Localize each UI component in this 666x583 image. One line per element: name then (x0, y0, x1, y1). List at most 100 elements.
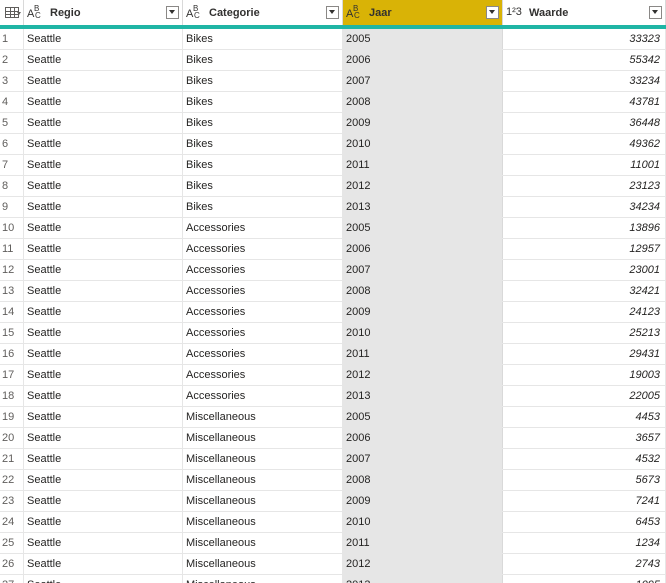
cell-waarde[interactable]: 36448 (503, 113, 666, 133)
table-row[interactable]: 15 Seattle Accessories 2010 25213 (0, 323, 666, 344)
cell-regio[interactable]: Seattle (24, 428, 183, 448)
cell-waarde[interactable]: 32421 (503, 281, 666, 301)
cell-categorie[interactable]: Accessories (183, 365, 343, 385)
cell-waarde[interactable]: 12957 (503, 239, 666, 259)
cell-categorie[interactable]: Bikes (183, 92, 343, 112)
cell-categorie[interactable]: Miscellaneous (183, 428, 343, 448)
cell-categorie[interactable]: Miscellaneous (183, 575, 343, 583)
table-row[interactable]: 22 Seattle Miscellaneous 2008 5673 (0, 470, 666, 491)
table-row[interactable]: 19 Seattle Miscellaneous 2005 4453 (0, 407, 666, 428)
number-type-icon[interactable]: 1²3 (506, 5, 526, 21)
cell-waarde[interactable]: 19003 (503, 365, 666, 385)
cell-waarde[interactable]: 2743 (503, 554, 666, 574)
cell-categorie[interactable]: Bikes (183, 176, 343, 196)
cell-categorie[interactable]: Accessories (183, 260, 343, 280)
cell-jaar[interactable]: 2012 (343, 365, 503, 385)
cell-jaar[interactable]: 2011 (343, 344, 503, 364)
cell-waarde[interactable]: 7241 (503, 491, 666, 511)
filter-dropdown-button[interactable] (326, 6, 339, 19)
cell-regio[interactable]: Seattle (24, 512, 183, 532)
cell-regio[interactable]: Seattle (24, 197, 183, 217)
text-type-icon[interactable]: ABC (186, 4, 206, 21)
cell-waarde[interactable]: 11001 (503, 155, 666, 175)
cell-categorie[interactable]: Accessories (183, 344, 343, 364)
cell-regio[interactable]: Seattle (24, 176, 183, 196)
cell-jaar[interactable]: 2012 (343, 176, 503, 196)
table-row[interactable]: 1 Seattle Bikes 2005 33323 (0, 29, 666, 50)
cell-regio[interactable]: Seattle (24, 302, 183, 322)
cell-regio[interactable]: Seattle (24, 323, 183, 343)
cell-jaar[interactable]: 2005 (343, 218, 503, 238)
cell-waarde[interactable]: 4453 (503, 407, 666, 427)
table-menu-button[interactable] (0, 0, 24, 25)
cell-regio[interactable]: Seattle (24, 281, 183, 301)
cell-jaar[interactable]: 2013 (343, 575, 503, 583)
cell-categorie[interactable]: Bikes (183, 50, 343, 70)
cell-jaar[interactable]: 2011 (343, 155, 503, 175)
cell-categorie[interactable]: Bikes (183, 134, 343, 154)
cell-regio[interactable]: Seattle (24, 575, 183, 583)
cell-jaar[interactable]: 2008 (343, 92, 503, 112)
cell-regio[interactable]: Seattle (24, 491, 183, 511)
cell-categorie[interactable]: Bikes (183, 71, 343, 91)
cell-regio[interactable]: Seattle (24, 470, 183, 490)
table-row[interactable]: 18 Seattle Accessories 2013 22005 (0, 386, 666, 407)
cell-regio[interactable]: Seattle (24, 71, 183, 91)
cell-regio[interactable]: Seattle (24, 113, 183, 133)
cell-regio[interactable]: Seattle (24, 344, 183, 364)
column-header-categorie[interactable]: ABC Categorie (183, 0, 343, 25)
cell-waarde[interactable]: 49362 (503, 134, 666, 154)
column-header-regio[interactable]: ABC Regio (24, 0, 183, 25)
cell-jaar[interactable]: 2010 (343, 512, 503, 532)
cell-waarde[interactable]: 43781 (503, 92, 666, 112)
cell-jaar[interactable]: 2005 (343, 407, 503, 427)
cell-categorie[interactable]: Accessories (183, 302, 343, 322)
cell-waarde[interactable]: 23123 (503, 176, 666, 196)
cell-categorie[interactable]: Miscellaneous (183, 470, 343, 490)
table-row[interactable]: 10 Seattle Accessories 2005 13896 (0, 218, 666, 239)
table-row[interactable]: 21 Seattle Miscellaneous 2007 4532 (0, 449, 666, 470)
cell-regio[interactable]: Seattle (24, 554, 183, 574)
cell-categorie[interactable]: Miscellaneous (183, 512, 343, 532)
cell-categorie[interactable]: Miscellaneous (183, 533, 343, 553)
cell-jaar[interactable]: 2009 (343, 302, 503, 322)
cell-jaar[interactable]: 2007 (343, 71, 503, 91)
table-row[interactable]: 2 Seattle Bikes 2006 55342 (0, 50, 666, 71)
table-row[interactable]: 3 Seattle Bikes 2007 33234 (0, 71, 666, 92)
cell-waarde[interactable]: 34234 (503, 197, 666, 217)
cell-waarde[interactable]: 29431 (503, 344, 666, 364)
cell-categorie[interactable]: Miscellaneous (183, 491, 343, 511)
cell-categorie[interactable]: Miscellaneous (183, 554, 343, 574)
table-row[interactable]: 20 Seattle Miscellaneous 2006 3657 (0, 428, 666, 449)
cell-waarde[interactable]: 23001 (503, 260, 666, 280)
cell-waarde[interactable]: 1234 (503, 533, 666, 553)
table-row[interactable]: 26 Seattle Miscellaneous 2012 2743 (0, 554, 666, 575)
cell-jaar[interactable]: 2009 (343, 113, 503, 133)
table-row[interactable]: 14 Seattle Accessories 2009 24123 (0, 302, 666, 323)
cell-regio[interactable]: Seattle (24, 407, 183, 427)
cell-regio[interactable]: Seattle (24, 533, 183, 553)
cell-regio[interactable]: Seattle (24, 218, 183, 238)
cell-categorie[interactable]: Miscellaneous (183, 449, 343, 469)
table-row[interactable]: 25 Seattle Miscellaneous 2011 1234 (0, 533, 666, 554)
table-row[interactable]: 11 Seattle Accessories 2006 12957 (0, 239, 666, 260)
cell-regio[interactable]: Seattle (24, 386, 183, 406)
filter-dropdown-button[interactable] (649, 6, 662, 19)
table-row[interactable]: 8 Seattle Bikes 2012 23123 (0, 176, 666, 197)
table-row[interactable]: 6 Seattle Bikes 2010 49362 (0, 134, 666, 155)
cell-waarde[interactable]: 1095 (503, 575, 666, 583)
cell-jaar[interactable]: 2013 (343, 386, 503, 406)
cell-regio[interactable]: Seattle (24, 50, 183, 70)
cell-jaar[interactable]: 2007 (343, 260, 503, 280)
cell-regio[interactable]: Seattle (24, 365, 183, 385)
cell-jaar[interactable]: 2007 (343, 449, 503, 469)
table-row[interactable]: 12 Seattle Accessories 2007 23001 (0, 260, 666, 281)
cell-waarde[interactable]: 3657 (503, 428, 666, 448)
cell-categorie[interactable]: Bikes (183, 113, 343, 133)
cell-waarde[interactable]: 22005 (503, 386, 666, 406)
table-row[interactable]: 5 Seattle Bikes 2009 36448 (0, 113, 666, 134)
cell-jaar[interactable]: 2013 (343, 197, 503, 217)
cell-categorie[interactable]: Accessories (183, 281, 343, 301)
table-row[interactable]: 16 Seattle Accessories 2011 29431 (0, 344, 666, 365)
cell-waarde[interactable]: 33234 (503, 71, 666, 91)
